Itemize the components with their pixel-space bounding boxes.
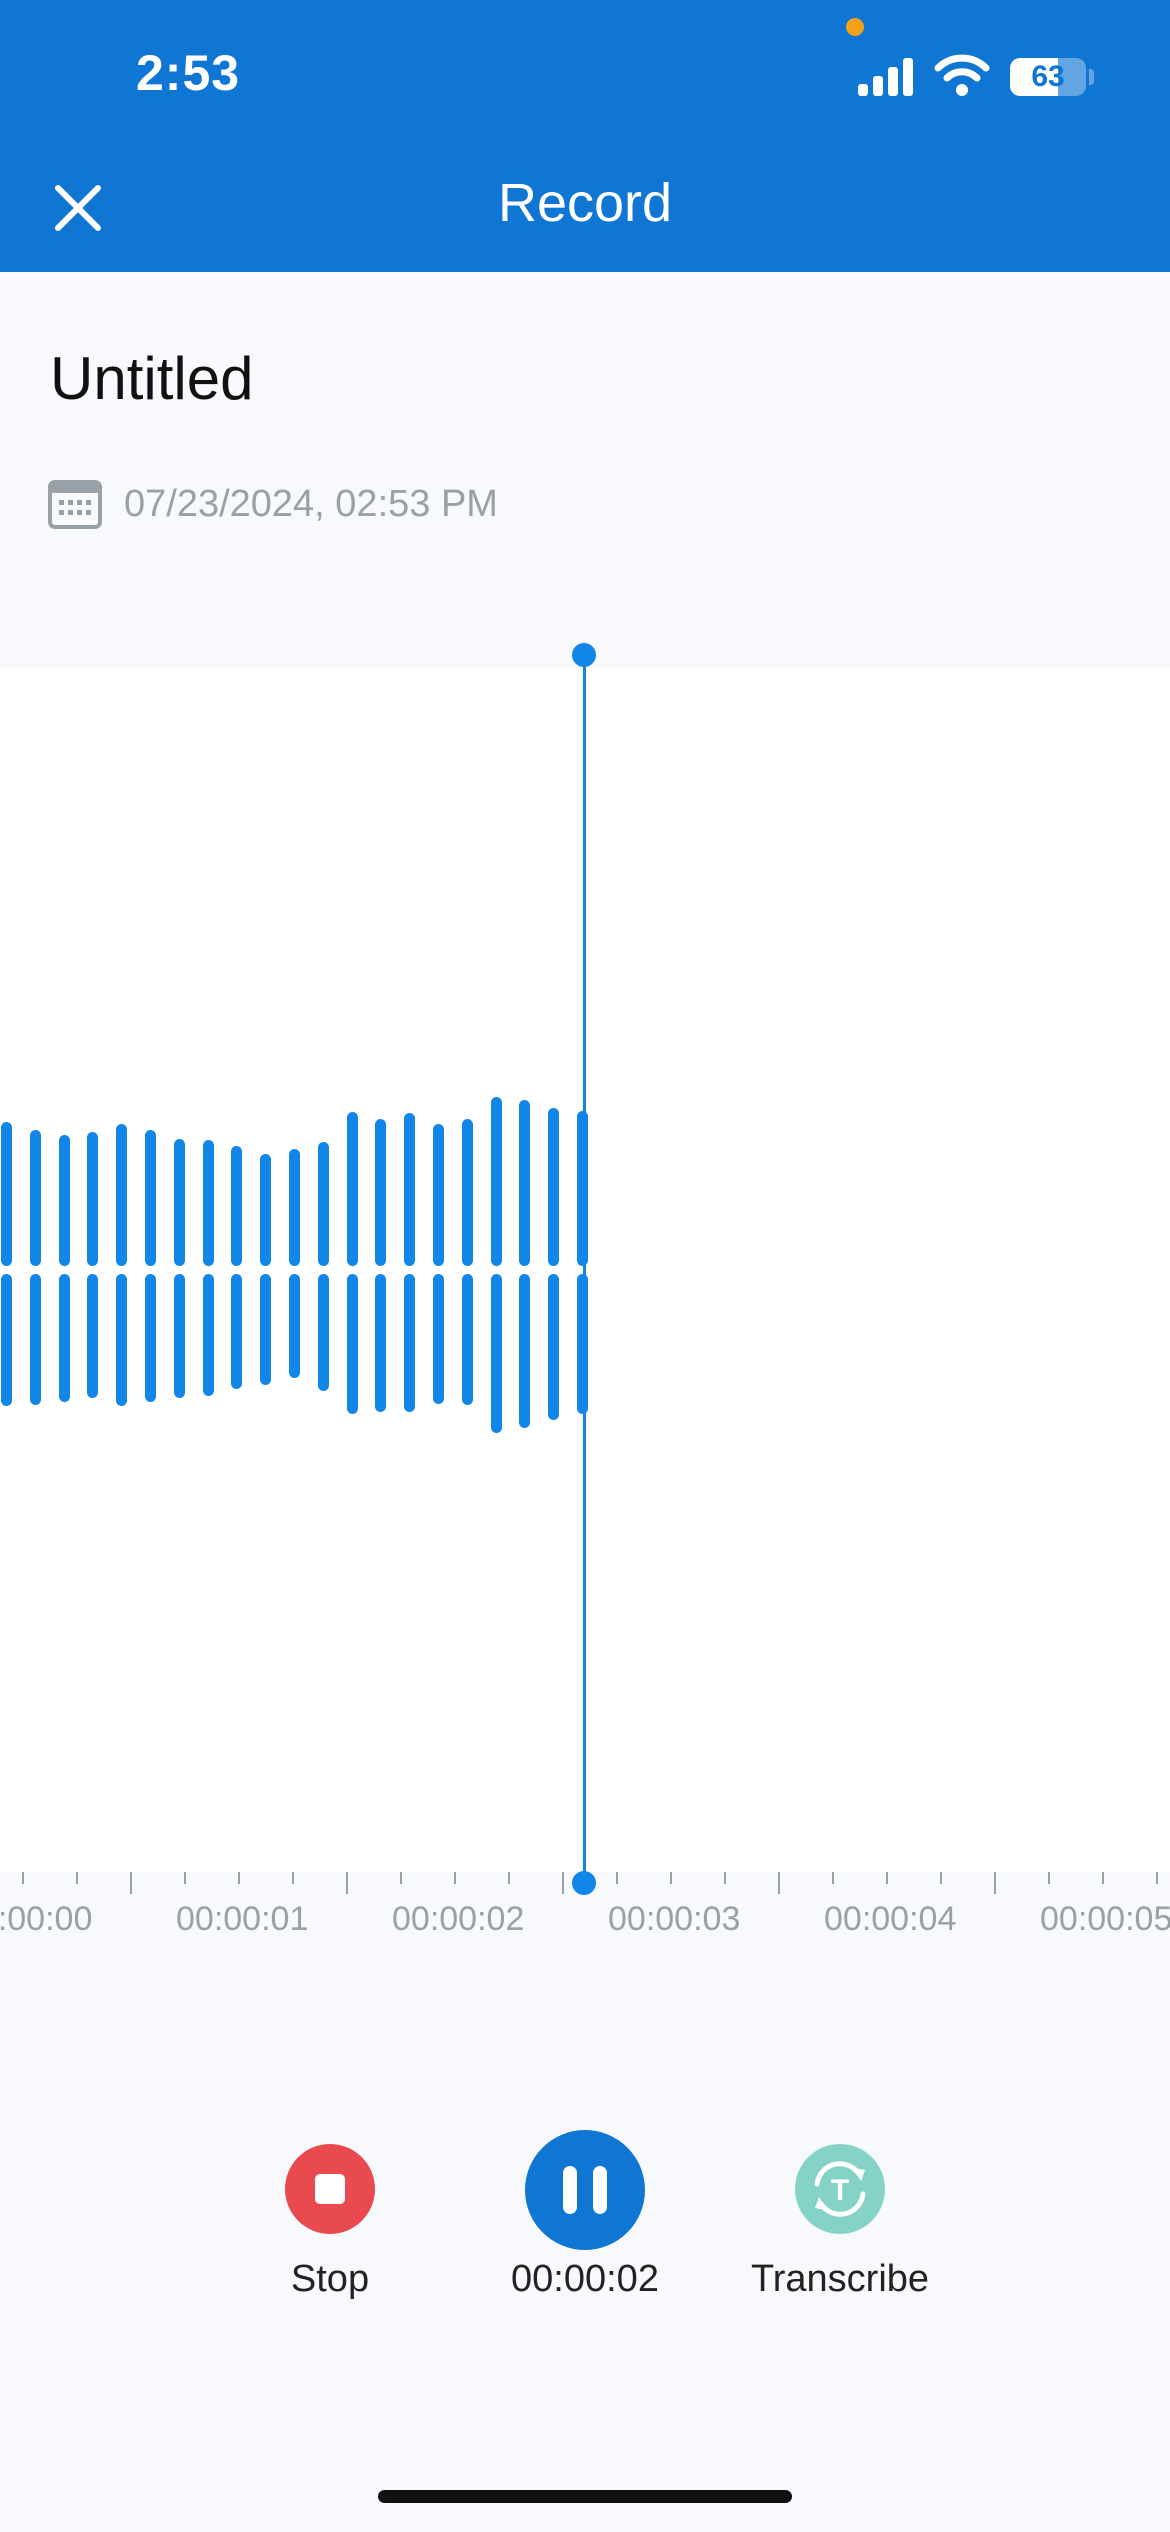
timeline-label: 00:00:03 [608,1900,741,1938]
recording-title[interactable]: Untitled [50,344,253,413]
home-indicator [378,2490,792,2503]
waveform-bar [58,1274,70,1403]
wifi-icon [934,54,990,96]
waveform-bar [173,1139,185,1266]
pause-icon [593,2166,607,2214]
battery-tip [1089,69,1094,85]
waveform-bar [375,1118,387,1266]
waveform-bar [173,1274,185,1399]
waveform-bar [145,1129,156,1266]
timeline-tick [670,1872,672,1884]
status-time: 2:53 [136,45,241,101]
mic-indicator-dot [846,18,864,36]
timeline-tick [1156,1872,1158,1884]
timeline-tick [184,1872,186,1884]
stop-icon [315,2174,345,2204]
waveform-bar [375,1274,387,1412]
waveform-bar [519,1274,531,1428]
waveform-bar [317,1274,329,1392]
stop-label: Stop [290,2258,370,2300]
waveform-bar [289,1148,300,1266]
timeline-tick [346,1872,348,1894]
calendar-icon [48,480,102,529]
timeline-tick [832,1872,834,1884]
timeline-tick [130,1872,132,1894]
waveform-bar [1,1121,12,1266]
waveform-bar [461,1118,473,1266]
waveform-bar [58,1135,70,1266]
timeline-tick [940,1872,942,1884]
timeline-tick [1102,1872,1104,1884]
waveform-bar [519,1099,531,1266]
timeline-tick [616,1872,618,1884]
transcribe-icon: T [814,2161,866,2217]
timeline-tick [76,1872,78,1884]
timeline-tick [886,1872,888,1884]
timeline-tick [778,1872,780,1894]
waveform-bar [260,1274,272,1385]
timeline-label: 00:00:05 [1040,1900,1170,1938]
elapsed-time: 00:00:02 [511,2258,659,2300]
stop-button[interactable] [285,2144,375,2234]
app-header: 2:53 63 Record [0,0,1170,272]
pause-icon [563,2166,577,2214]
playhead-handle-top[interactable] [572,643,596,667]
timeline-tick [994,1872,996,1894]
waveform-bar [231,1274,243,1389]
waveform-bar [490,1097,502,1266]
waveform-bar [202,1274,214,1396]
waveform-bar [116,1124,128,1266]
timeline-tick [1048,1872,1050,1884]
timeline-tick [292,1872,294,1884]
waveform-bar [433,1124,444,1266]
waveform-bar [260,1153,272,1266]
transcribe-label: Transcribe [750,2258,930,2300]
waveform-bar [346,1274,358,1415]
waveform-bar [116,1274,128,1407]
battery-icon: 63 [1010,58,1086,96]
waveform-bar [87,1274,99,1399]
transcribe-button[interactable]: T [795,2144,885,2234]
waveform-bar [433,1274,444,1404]
waveform-bar [548,1108,560,1266]
waveform-bar [490,1274,502,1434]
timeline-tick [562,1872,564,1894]
timeline-tick [400,1872,402,1884]
timeline-label: 00:00:02 [392,1900,525,1938]
svg-text:T: T [831,2174,849,2207]
recording-date: 07/23/2024, 02:53 PM [124,482,498,525]
timeline-tick [454,1872,456,1884]
playhead-line [583,654,586,1882]
timeline-tick [238,1872,240,1884]
timeline-tick [724,1872,726,1884]
timeline-tick [508,1872,510,1884]
recording-date-row: 07/23/2024, 02:53 PM [48,478,498,530]
waveform-bar [404,1274,416,1412]
timeline-tick [22,1872,24,1884]
page-title: Record [497,173,673,233]
waveform-bar [231,1145,243,1266]
timeline-label: 00:00:01 [176,1900,309,1938]
waveform-bar [346,1112,358,1266]
timeline-label: 00:00:04 [824,1900,957,1938]
waveform-bar [317,1141,329,1266]
waveform-bar [289,1274,300,1378]
waveform-bar [1,1274,12,1407]
cellular-signal-icon [858,58,913,96]
waveform-bar [548,1274,560,1420]
waveform-bar [202,1140,214,1266]
waveform-bar [29,1274,41,1405]
pause-button[interactable] [525,2130,645,2250]
waveform-bar [145,1274,156,1403]
waveform-bar [404,1113,416,1266]
timeline-label: 00:00:00 [0,1900,93,1938]
waveform-bar [87,1132,99,1266]
battery-level: 63 [1031,60,1065,93]
waveform-bar [461,1274,473,1405]
waveform-bar [29,1129,41,1266]
